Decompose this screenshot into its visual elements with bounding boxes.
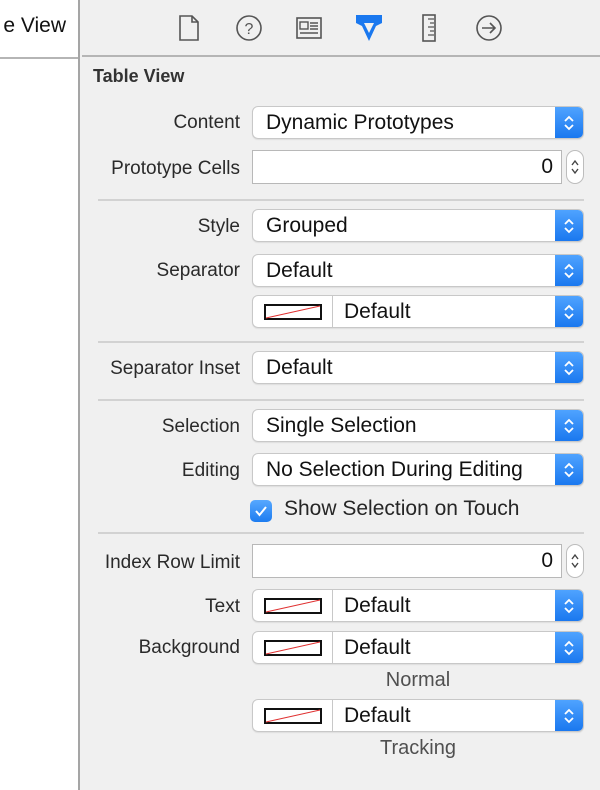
checkmark-icon: [255, 506, 267, 517]
tab-attributes-inspector[interactable]: [355, 14, 383, 42]
tab-file-inspector[interactable]: [175, 14, 203, 42]
prototype-cells-value: 0: [541, 155, 553, 178]
tracking-color-popup[interactable]: Default: [252, 699, 584, 732]
separator-line: [98, 199, 584, 201]
section-title: Table View: [93, 66, 185, 86]
tab-quick-help[interactable]: ?: [235, 14, 263, 42]
selection-popup[interactable]: Single Selection: [252, 409, 584, 442]
tab-size-inspector[interactable]: [415, 14, 443, 42]
ruler-icon: [422, 14, 436, 42]
chevron-updown-icon: [555, 454, 583, 485]
tab-connections-inspector[interactable]: [475, 14, 503, 42]
index-row-limit-field[interactable]: 0: [252, 544, 562, 578]
left-pane-title: e View: [3, 14, 66, 37]
prototype-cells-field[interactable]: 0: [252, 150, 562, 184]
background-label: Background: [138, 637, 240, 658]
separator-popup[interactable]: Default: [252, 254, 584, 287]
svg-text:?: ?: [245, 21, 254, 38]
separator-inset-label: Separator Inset: [110, 358, 240, 379]
content-value: Dynamic Prototypes: [266, 111, 454, 134]
color-swatch-icon: [263, 707, 322, 724]
style-label: Style: [197, 216, 240, 237]
tracking-color-value: Default: [344, 704, 411, 727]
stepper-icon: [571, 553, 579, 569]
inspector-tab-bar: ?: [82, 0, 600, 57]
separator-color-value: Default: [344, 300, 411, 323]
separator-line: [98, 532, 584, 534]
selection-value: Single Selection: [266, 414, 417, 437]
style-popup[interactable]: Grouped: [252, 209, 584, 242]
index-row-limit-label: Index Row Limit: [104, 552, 240, 573]
stepper-icon: [571, 159, 579, 175]
separator-color-popup[interactable]: Default: [252, 295, 584, 328]
text-color-label: Text: [205, 596, 240, 617]
document-icon: [179, 15, 199, 41]
background-color-value: Default: [344, 636, 411, 659]
separator-inset-value: Default: [266, 356, 333, 379]
left-pane: e View: [0, 0, 80, 790]
arrow-circle-icon: [476, 15, 502, 41]
chevron-updown-icon: [555, 107, 583, 138]
selection-label: Selection: [161, 416, 240, 437]
separator-value: Default: [266, 259, 333, 282]
content-label: Content: [173, 112, 240, 133]
separator-inset-popup[interactable]: Default: [252, 351, 584, 384]
tab-identity-inspector[interactable]: [295, 14, 323, 42]
editing-popup[interactable]: No Selection During Editing: [252, 453, 584, 486]
tracking-caption: Tracking: [380, 737, 456, 759]
show-selection-label[interactable]: Show Selection on Touch: [284, 497, 519, 521]
index-row-limit-stepper[interactable]: [566, 544, 584, 578]
style-value: Grouped: [266, 214, 348, 237]
color-swatch-icon: [263, 303, 322, 320]
content-popup[interactable]: Dynamic Prototypes: [252, 106, 584, 139]
show-selection-checkbox[interactable]: [250, 500, 272, 522]
prototype-cells-label: Prototype Cells: [111, 158, 240, 179]
chevron-updown-icon: [555, 700, 583, 731]
chevron-updown-icon: [555, 352, 583, 383]
identity-card-icon: [296, 17, 322, 39]
index-row-limit-value: 0: [541, 549, 553, 572]
divider: [0, 57, 78, 59]
color-swatch-icon: [263, 597, 322, 614]
prototype-cells-stepper[interactable]: [566, 150, 584, 184]
text-color-value: Default: [344, 594, 411, 617]
separator-label: Separator: [156, 260, 240, 281]
text-color-popup[interactable]: Default: [252, 589, 584, 622]
editing-label: Editing: [181, 460, 240, 481]
attributes-arrow-icon: [356, 15, 382, 41]
chevron-updown-icon: [555, 210, 583, 241]
color-swatch-icon: [263, 639, 322, 656]
background-color-popup[interactable]: Default: [252, 631, 584, 664]
question-icon: ?: [236, 15, 262, 41]
chevron-updown-icon: [555, 255, 583, 286]
chevron-updown-icon: [555, 410, 583, 441]
chevron-updown-icon: [555, 590, 583, 621]
separator-line: [98, 399, 584, 401]
chevron-updown-icon: [555, 632, 583, 663]
chevron-updown-icon: [555, 296, 583, 327]
editing-value: No Selection During Editing: [266, 458, 523, 481]
separator-line: [98, 341, 584, 343]
normal-caption: Normal: [385, 669, 451, 691]
